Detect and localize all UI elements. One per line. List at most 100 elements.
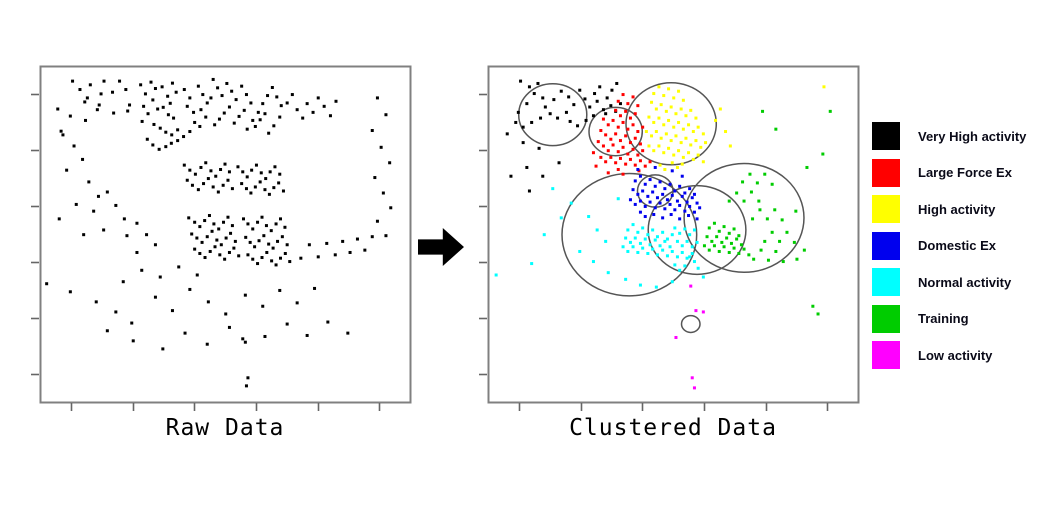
data-point [643,164,647,168]
data-point [193,247,197,251]
data-point [641,246,645,250]
data-point [678,268,682,272]
data-point [636,192,640,196]
data-point [223,162,227,166]
data-point [170,309,174,313]
data-point [677,120,681,124]
data-point [198,225,202,229]
data-point [269,229,273,233]
data-point [663,207,667,211]
data-point [246,253,250,257]
data-point [121,280,125,284]
data-point [657,116,661,120]
data-point [536,81,540,85]
data-point [249,101,253,105]
data-point [694,309,698,313]
data-point [559,216,563,220]
data-point [609,104,613,108]
data-point [243,293,247,297]
data-point [87,180,91,184]
data-point [267,131,271,135]
data-point [651,190,655,194]
data-point [241,337,245,341]
data-point [270,86,274,89]
data-point [272,124,276,128]
data-point [256,220,260,224]
data-point [72,144,76,148]
data-point [604,239,608,243]
data-point [735,191,739,195]
data-point [683,264,687,268]
data-point [131,339,135,343]
legend-item-blue[interactable]: Domestic Ex [872,228,1052,265]
data-point [763,172,767,176]
data-point [370,235,374,239]
data-point [638,142,642,146]
data-point [188,96,192,100]
data-point [218,253,222,257]
data-point [230,224,234,228]
data-point [202,182,206,186]
data-point [248,240,252,244]
data-point [664,132,668,136]
data-point [208,249,212,253]
data-point [727,231,731,235]
data-point [705,235,709,239]
legend-swatch-cyan [872,268,900,297]
data-point [267,192,271,196]
data-point [628,157,632,161]
data-point [606,149,610,153]
data-point [59,129,63,133]
data-point [644,130,648,134]
legend-item-cyan[interactable]: Normal activity [872,264,1052,301]
data-point [258,180,262,184]
data-point [213,245,217,249]
data-point [638,241,642,245]
data-point [164,145,168,149]
data-point [611,118,615,122]
data-point [230,187,234,191]
data-point [99,92,103,96]
legend-item-black[interactable]: Very High activity [872,118,1052,155]
data-point [118,79,122,83]
data-point [128,103,132,107]
data-point [595,228,599,232]
panel-clustered-data [479,65,860,411]
data-point [618,114,622,118]
data-point [158,275,162,279]
data-point [680,250,684,254]
data-point [259,171,263,175]
data-point [662,123,666,127]
data-point [626,228,630,232]
data-point [626,249,630,253]
legend-item-magenta[interactable]: Low activity [872,337,1052,374]
data-point [256,110,260,114]
data-point [559,89,563,93]
legend-item-green[interactable]: Training [872,301,1052,338]
data-point [158,126,162,130]
data-point [774,249,778,253]
data-point [685,239,689,243]
data-point [680,174,684,178]
data-point [664,109,668,113]
data-point [219,243,223,247]
data-point [160,85,164,89]
data-point [633,179,637,183]
legend-item-yellow[interactable]: High activity [872,191,1052,228]
data-point [285,322,289,326]
data-point [668,202,672,206]
data-point [250,168,254,172]
legend-item-red[interactable]: Large Force Ex [872,155,1052,192]
data-point [720,240,724,244]
panel-raw-data [31,65,412,411]
data-point [567,95,571,99]
legend-label-black: Very High activity [918,128,1027,144]
data-point [212,222,216,226]
data-point [557,161,561,165]
data-point [677,149,681,153]
data-point [188,287,192,291]
data-point [667,146,671,150]
data-point [641,189,645,193]
cluster-legend: Very High activity Large Force Ex High act… [872,118,1052,374]
data-point [203,219,207,223]
